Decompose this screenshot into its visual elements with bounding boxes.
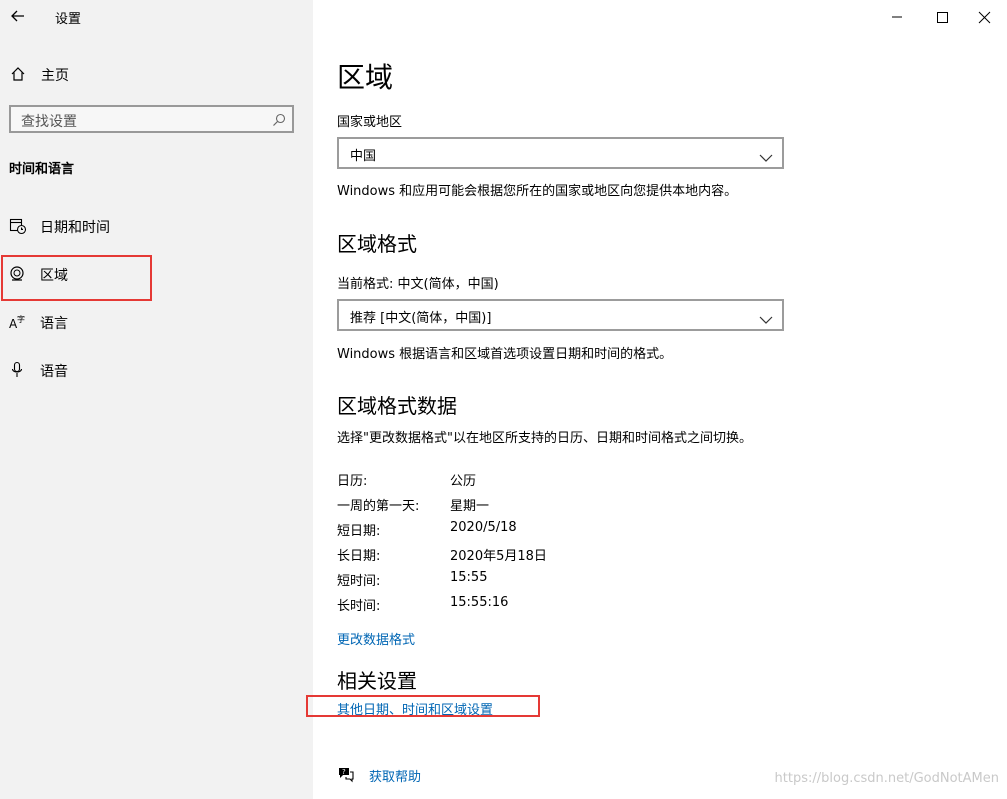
format-data-key: 短日期: (337, 524, 381, 539)
country-value: 中国 (350, 149, 377, 164)
sidebar-item-language[interactable]: A字 语言 (9, 310, 299, 334)
page-title: 区域 (337, 61, 394, 94)
microphone-icon (9, 361, 27, 379)
search-placeholder: 查找设置 (21, 114, 77, 130)
calendar-clock-icon (9, 217, 27, 235)
format-value: 推荐 [中文(简体，中国)] (350, 311, 492, 326)
sidebar-item-date-time[interactable]: 日期和时间 (9, 214, 299, 238)
format-data-key: 日历: (337, 474, 368, 489)
chevron-down-icon (759, 148, 773, 162)
sidebar-item-label: 主页 (41, 68, 69, 84)
search-input[interactable]: 查找设置 (9, 105, 294, 133)
format-heading: 区域格式 (337, 232, 417, 256)
format-data-heading: 区域格式数据 (337, 394, 457, 418)
country-label: 国家或地区 (337, 115, 403, 130)
help-icon: ? (337, 765, 355, 783)
watermark: https://blog.csdn.net/GodNotAMen (774, 771, 999, 786)
get-help-link[interactable]: 获取帮助 (369, 766, 421, 785)
format-data-key: 一周的第一天: (337, 499, 420, 514)
home-icon (10, 66, 26, 82)
search-icon[interactable] (272, 112, 286, 126)
country-description: Windows 和应用可能会根据您所在的国家或地区向您提供本地内容。 (337, 184, 738, 199)
format-data-key: 长时间: (337, 599, 381, 614)
main-content: 区域 国家或地区 中国 Windows 和应用可能会根据您所在的国家或地区向您提… (337, 0, 987, 799)
format-dropdown[interactable]: 推荐 [中文(简体，中国)] (337, 299, 784, 331)
format-data-value: 2020/5/18 (450, 520, 517, 535)
format-data-description: 选择"更改数据格式"以在地区所支持的日历、日期和时间格式之间切换。 (337, 431, 752, 446)
format-data-value: 公历 (450, 474, 477, 489)
sidebar-item-home[interactable]: 主页 (10, 64, 300, 86)
back-arrow-icon[interactable] (8, 6, 28, 26)
format-data-key: 短时间: (337, 574, 381, 589)
highlight-box-related (306, 695, 540, 717)
sidebar-item-label: 语言 (40, 316, 68, 332)
country-dropdown[interactable]: 中国 (337, 137, 784, 169)
sidebar-item-speech[interactable]: 语音 (9, 358, 299, 382)
format-data-value: 15:55 (450, 570, 488, 585)
svg-text:?: ? (342, 768, 346, 776)
svg-text:字: 字 (17, 314, 25, 324)
language-icon: A字 (9, 313, 27, 331)
format-data-value: 2020年5月18日 (450, 549, 547, 564)
format-description: Windows 根据语言和区域首选项设置日期和时间的格式。 (337, 347, 673, 362)
sidebar: 设置 主页 查找设置 时间和语言 日期和时间 区域 A字 语言 语音 (0, 0, 313, 799)
chevron-down-icon (759, 310, 773, 324)
highlight-box-region (1, 255, 152, 301)
sidebar-group-title: 时间和语言 (9, 162, 75, 177)
app-title: 设置 (55, 12, 82, 27)
format-data-value: 星期一 (450, 499, 490, 514)
related-settings-heading: 相关设置 (337, 669, 417, 693)
sidebar-item-label: 语音 (40, 364, 68, 380)
format-data-key: 长日期: (337, 549, 381, 564)
current-format-label: 当前格式: 中文(简体，中国) (337, 277, 499, 292)
change-data-format-link[interactable]: 更改数据格式 (337, 629, 415, 648)
sidebar-item-label: 日期和时间 (40, 220, 110, 236)
format-data-value: 15:55:16 (450, 595, 509, 610)
